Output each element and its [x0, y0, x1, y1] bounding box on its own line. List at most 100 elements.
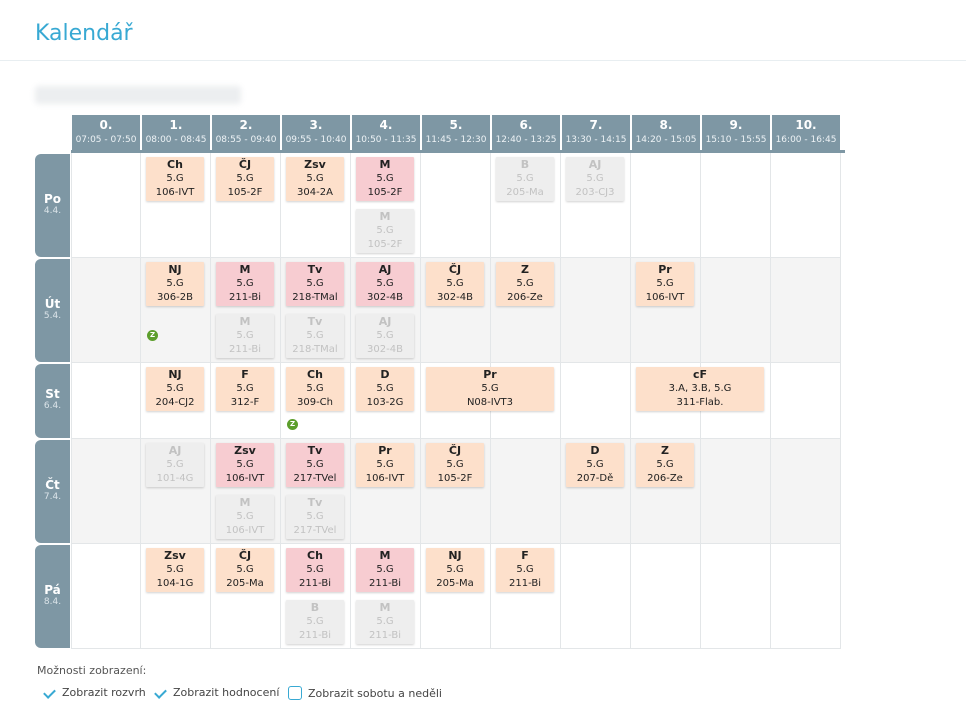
- grid-cell: [631, 544, 701, 649]
- blurred-filter-bar: [35, 86, 241, 104]
- lesson-room: 105-2F: [437, 473, 473, 484]
- lesson-card[interactable]: M 5.G 211-Bi: [356, 548, 414, 592]
- lesson-card[interactable]: D 5.G 103-2G: [356, 367, 414, 411]
- grid-cell: [771, 258, 841, 363]
- lesson-room: 101-4G: [156, 473, 194, 484]
- lesson-card[interactable]: M 5.G 211-Bi: [356, 600, 414, 644]
- lesson-subject: Tv: [307, 444, 323, 457]
- lesson-room: 105-2F: [227, 187, 263, 198]
- lesson-subject: F: [521, 549, 529, 562]
- lesson-card[interactable]: Tv 5.G 217-TVel: [286, 495, 344, 539]
- lesson-subject: Ch: [167, 158, 183, 171]
- lesson-group: 5.G: [236, 330, 254, 341]
- lesson-subject: M: [379, 601, 391, 614]
- lesson-card[interactable]: ČJ 5.G 105-2F: [426, 443, 484, 487]
- lesson-card[interactable]: NJ 5.G 306-2B: [146, 262, 204, 306]
- lesson-card[interactable]: F 5.G 211-Bi: [496, 548, 554, 592]
- option-show-weekend[interactable]: Zobrazit sobotu a neděli: [288, 686, 442, 700]
- lesson-card[interactable]: Pr 5.G N08-IVT3: [426, 367, 554, 411]
- lesson-room: 311-Flab.: [676, 397, 724, 408]
- check-icon: [44, 687, 56, 699]
- lesson-room: 312-F: [230, 397, 260, 408]
- lesson-group: 5.G: [306, 330, 324, 341]
- lesson-card[interactable]: Ch 5.G 211-Bi: [286, 548, 344, 592]
- period-header: 0. 07:05 - 07:50: [72, 115, 140, 150]
- lesson-card[interactable]: cF 3.A, 3.B, 5.G 311-Flab.: [636, 367, 764, 411]
- lesson-card[interactable]: M 5.G 211-Bi: [216, 262, 274, 306]
- lesson-card[interactable]: Zsv 5.G 106-IVT: [216, 443, 274, 487]
- lesson-group: 5.G: [236, 564, 254, 575]
- lesson-card[interactable]: Pr 5.G 106-IVT: [636, 262, 694, 306]
- lesson-card[interactable]: Ch 5.G 309-Ch: [286, 367, 344, 411]
- lesson-room: 205-Ma: [436, 578, 474, 589]
- lesson-card[interactable]: M 5.G 211-Bi: [216, 314, 274, 358]
- lesson-card[interactable]: NJ 5.G 204-CJ2: [146, 367, 204, 411]
- lesson-card[interactable]: ČJ 5.G 205-Ma: [216, 548, 274, 592]
- period-number: 3.: [309, 118, 323, 132]
- checkbox-icon: [288, 686, 302, 700]
- lesson-card[interactable]: Tv 5.G 218-TMal: [286, 314, 344, 358]
- period-number: 4.: [379, 118, 393, 132]
- lesson-group: 5.G: [306, 383, 324, 394]
- period-number: 0.: [99, 118, 113, 132]
- lesson-subject: M: [379, 158, 391, 171]
- lesson-card[interactable]: AJ 5.G 203-CJ3: [566, 157, 624, 201]
- lesson-card[interactable]: M 5.G 106-IVT: [216, 495, 274, 539]
- lesson-card[interactable]: Zsv 5.G 304-2A: [286, 157, 344, 201]
- grid-cell: [701, 153, 771, 258]
- grid-cell: [771, 363, 841, 439]
- option-show-grades[interactable]: Zobrazit hodnocení: [155, 686, 279, 699]
- lesson-group: 5.G: [446, 564, 464, 575]
- lesson-subject: Ch: [307, 549, 323, 562]
- lesson-card[interactable]: AJ 5.G 302-4B: [356, 262, 414, 306]
- lesson-card[interactable]: Zsv 5.G 104-1G: [146, 548, 204, 592]
- lesson-group: 5.G: [656, 278, 674, 289]
- period-header: 1. 08:00 - 08:45: [142, 115, 210, 150]
- lesson-room: 106-IVT: [225, 525, 265, 536]
- lesson-room: 211-Bi: [369, 578, 401, 589]
- lesson-card[interactable]: Tv 5.G 217-TVel: [286, 443, 344, 487]
- lesson-room: 302-4B: [367, 344, 403, 355]
- lesson-group: 5.G: [516, 564, 534, 575]
- lesson-card[interactable]: ČJ 5.G 105-2F: [216, 157, 274, 201]
- lesson-group: 5.G: [236, 383, 254, 394]
- lesson-subject: AJ: [378, 315, 392, 328]
- lesson-room: 218-TMal: [292, 292, 338, 303]
- lesson-subject: M: [239, 315, 251, 328]
- lesson-subject: B: [520, 158, 530, 171]
- grid-cell: [631, 153, 701, 258]
- day-label: Po 4.4.: [35, 154, 70, 257]
- lesson-card[interactable]: ČJ 5.G 302-4B: [426, 262, 484, 306]
- period-time: 14:20 - 15:05: [635, 135, 697, 145]
- period-time: 13:30 - 14:15: [565, 135, 627, 145]
- lesson-group: 5.G: [376, 383, 394, 394]
- lesson-card[interactable]: B 5.G 205-Ma: [496, 157, 554, 201]
- lesson-card[interactable]: Z 5.G 206-Ze: [496, 262, 554, 306]
- grade-badge[interactable]: Z: [147, 330, 158, 341]
- grid-cell: [491, 439, 561, 544]
- period-header: 3. 09:55 - 10:40: [282, 115, 350, 150]
- lesson-card[interactable]: M 5.G 105-2F: [356, 209, 414, 253]
- option-show-schedule[interactable]: Zobrazit rozvrh: [44, 686, 146, 699]
- period-time: 07:05 - 07:50: [75, 135, 137, 145]
- lesson-subject: Ch: [307, 368, 323, 381]
- lesson-card[interactable]: F 5.G 312-F: [216, 367, 274, 411]
- period-time: 12:40 - 13:25: [495, 135, 557, 145]
- lesson-card[interactable]: Pr 5.G 106-IVT: [356, 443, 414, 487]
- lesson-card[interactable]: Ch 5.G 106-IVT: [146, 157, 204, 201]
- grade-badge[interactable]: Z: [287, 419, 298, 430]
- lesson-card[interactable]: AJ 5.G 101-4G: [146, 443, 204, 487]
- lesson-group: 5.G: [166, 278, 184, 289]
- lesson-card[interactable]: AJ 5.G 302-4B: [356, 314, 414, 358]
- lesson-card[interactable]: NJ 5.G 205-Ma: [426, 548, 484, 592]
- lesson-card[interactable]: Z 5.G 206-Ze: [636, 443, 694, 487]
- lesson-card[interactable]: D 5.G 207-Dě: [566, 443, 624, 487]
- lesson-card[interactable]: B 5.G 211-Bi: [286, 600, 344, 644]
- lesson-group: 5.G: [586, 173, 604, 184]
- lesson-card[interactable]: M 5.G 105-2F: [356, 157, 414, 201]
- lesson-card[interactable]: Tv 5.G 218-TMal: [286, 262, 344, 306]
- lesson-room: 211-Bi: [299, 630, 331, 641]
- check-icon: [155, 687, 167, 699]
- lesson-subject: ČJ: [448, 444, 462, 457]
- lesson-subject: D: [590, 444, 600, 457]
